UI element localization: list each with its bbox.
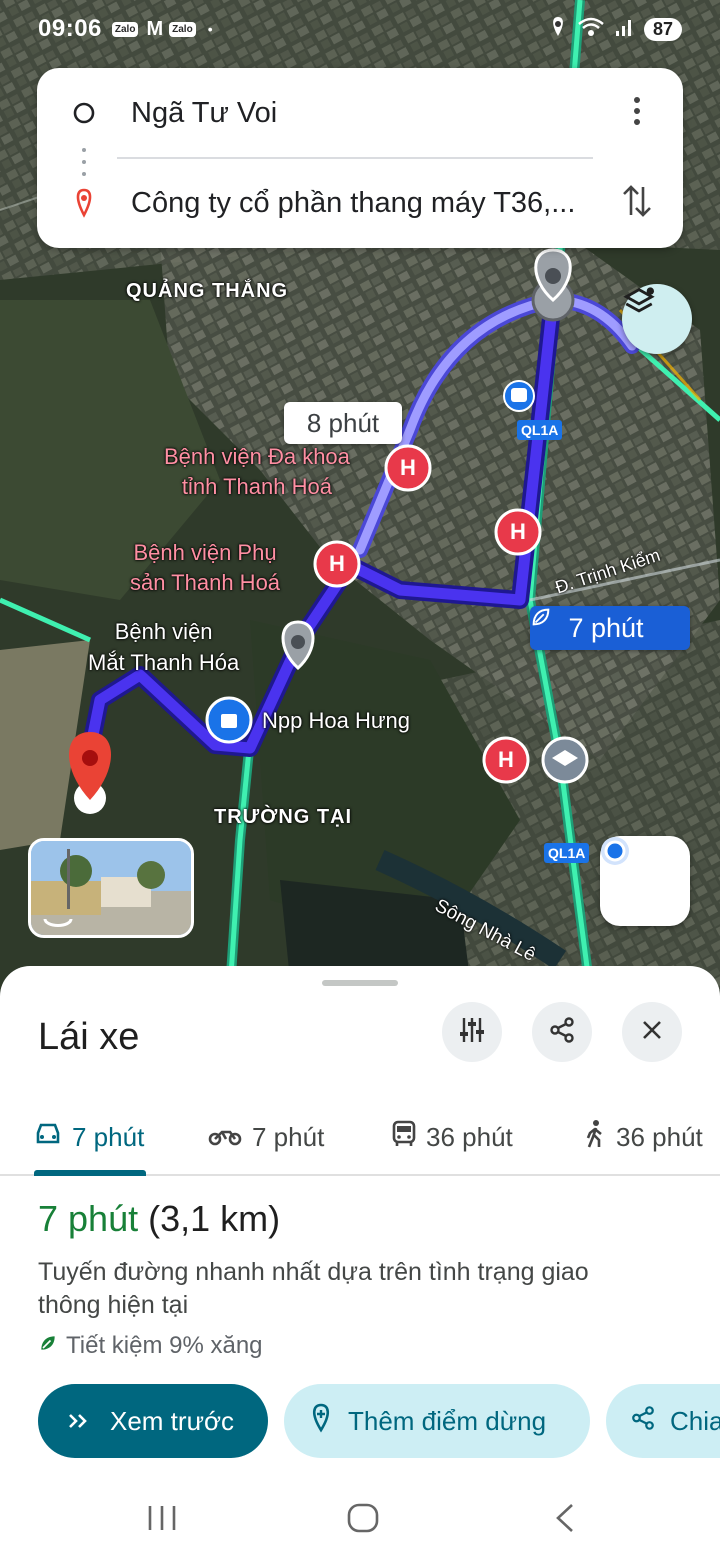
add-stop-button-label: Thêm điểm dừng bbox=[348, 1405, 547, 1436]
preview-button[interactable]: Xem trước bbox=[38, 1384, 268, 1458]
route-options-button[interactable] bbox=[442, 1002, 502, 1062]
hospital-label-phu-san[interactable]: Bệnh viện Phụ sản Thanh Hoá bbox=[130, 538, 280, 598]
tune-icon bbox=[458, 1016, 486, 1049]
area-label-truong-tai: TRƯỜNG TẠI bbox=[214, 806, 353, 828]
fuel-savings-label: Tiết kiệm 9% xăng bbox=[66, 1332, 263, 1359]
main-route-time-label: 7 phút bbox=[568, 612, 644, 643]
road-shield-ql1a-1: QL1A bbox=[517, 420, 563, 440]
walk-icon bbox=[584, 1119, 606, 1156]
more-vert-icon bbox=[633, 96, 641, 131]
shop-label[interactable]: Npp Hoa Hưng bbox=[262, 708, 410, 734]
hospital-marker-3-letter: H bbox=[329, 551, 345, 576]
hospital-label-da-khoa[interactable]: Bệnh viện Đa khoa tỉnh Thanh Hoá bbox=[164, 442, 350, 502]
field-divider bbox=[117, 157, 593, 159]
transit-icon bbox=[392, 1120, 416, 1155]
route-connector-dots bbox=[81, 148, 87, 176]
origin-row[interactable]: Ngã Tư Voi bbox=[37, 83, 683, 143]
travel-mode-tabs: 7 phút 7 phút 36 phút 36 phút bbox=[0, 1100, 720, 1176]
tab-walking[interactable]: 36 phút bbox=[584, 1100, 703, 1174]
add-location-icon bbox=[308, 1403, 334, 1440]
alternative-route-time[interactable]: 8 phút bbox=[284, 402, 402, 444]
main-route-time[interactable]: 7 phút bbox=[530, 606, 690, 650]
system-nav-bar bbox=[0, 1488, 720, 1560]
sheet-title: Lái xe bbox=[38, 1016, 140, 1058]
destination-row[interactable]: Công ty cổ phần thang máy T36,... bbox=[37, 173, 683, 233]
tab-transit-label: 36 phút bbox=[426, 1121, 513, 1152]
more-options-button[interactable] bbox=[619, 95, 655, 131]
screen: H H H H QUẢNG THẮNG TRƯỜNG TẠI Bệnh viện… bbox=[0, 0, 720, 1560]
status-time: 09:06 bbox=[38, 15, 102, 42]
swap-vert-icon bbox=[622, 183, 652, 224]
eco-leaf-icon bbox=[38, 1332, 58, 1360]
tab-driving-label: 7 phút bbox=[72, 1121, 145, 1152]
destination-pin-icon bbox=[37, 188, 131, 218]
signal-icon bbox=[614, 17, 634, 42]
share-directions-button[interactable]: Chia sẻ bbox=[606, 1384, 720, 1458]
zalo-notification-icon: Zalo bbox=[111, 21, 139, 37]
wifi-icon bbox=[578, 17, 604, 42]
more-notifications-dot: • bbox=[207, 21, 213, 37]
road-shield-ql1a-2: QL1A bbox=[544, 843, 590, 863]
home-icon bbox=[346, 1503, 380, 1538]
add-stop-button[interactable]: Thêm điểm dừng bbox=[284, 1384, 590, 1458]
recent-apps-button[interactable] bbox=[146, 1502, 178, 1539]
gmail-notification-icon: M bbox=[146, 17, 164, 40]
route-distance: (3,1 km) bbox=[148, 1198, 281, 1239]
street-view-image bbox=[31, 841, 191, 935]
route-description: Tuyến đường nhanh nhất dựa trên tình trạ… bbox=[38, 1258, 589, 1319]
share-icon bbox=[548, 1016, 576, 1049]
tab-motorbike[interactable]: 7 phút bbox=[208, 1100, 324, 1174]
hospital-marker-4-letter: H bbox=[498, 747, 514, 772]
route-search-card: Ngã Tư Voi Công ty cổ phần thang máy T36… bbox=[37, 68, 683, 248]
close-button[interactable] bbox=[622, 1002, 682, 1062]
tab-transit[interactable]: 36 phút bbox=[392, 1100, 513, 1174]
location-status-icon bbox=[548, 16, 568, 43]
preview-button-label: Xem trước bbox=[110, 1405, 235, 1436]
status-icons: 87 bbox=[548, 16, 682, 43]
origin-circle-icon bbox=[37, 101, 131, 125]
area-label-quang-thang: QUẢNG THẮNG bbox=[126, 280, 289, 302]
hospital-marker-2-letter: H bbox=[510, 519, 526, 544]
origin-field[interactable]: Ngã Tư Voi bbox=[131, 97, 683, 130]
share-route-button[interactable] bbox=[532, 1002, 592, 1062]
hospital-label-mat[interactable]: Bệnh viện Mắt Thanh Hóa bbox=[88, 616, 239, 678]
my-location-button[interactable] bbox=[600, 836, 690, 926]
close-icon bbox=[641, 1019, 663, 1046]
share-directions-label: Chia sẻ bbox=[670, 1405, 720, 1436]
sheet-drag-handle[interactable] bbox=[322, 980, 398, 986]
battery-level: 87 bbox=[643, 17, 682, 41]
destination-field[interactable]: Công ty cổ phần thang máy T36,... bbox=[131, 187, 683, 220]
swap-directions-button[interactable] bbox=[619, 183, 655, 224]
route-duration: 7 phút bbox=[38, 1198, 139, 1239]
active-tab-indicator bbox=[34, 1170, 146, 1176]
tab-motorbike-label: 7 phút bbox=[252, 1121, 325, 1152]
fuel-savings: Tiết kiệm 9% xăng bbox=[38, 1332, 263, 1360]
status-bar: 09:06 Zalo M Zalo • 87 bbox=[0, 0, 720, 58]
share-directions-icon bbox=[630, 1405, 656, 1438]
map-layers-button[interactable] bbox=[622, 284, 692, 354]
directions-sheet: Lái xe 7 phút 7 phút 36 phút 36 phút 7 p… bbox=[0, 966, 720, 1560]
hospital-marker-1-letter: H bbox=[400, 455, 416, 480]
back-icon bbox=[552, 1504, 578, 1538]
back-button[interactable] bbox=[552, 1502, 578, 1539]
motorbike-icon bbox=[208, 1122, 242, 1153]
street-view-thumbnail[interactable] bbox=[28, 838, 194, 938]
route-summary: 7 phút (3,1 km) bbox=[38, 1198, 280, 1240]
car-icon bbox=[34, 1122, 62, 1153]
double-chevron-icon bbox=[68, 1406, 90, 1437]
recent-apps-icon bbox=[146, 1506, 178, 1538]
zalo-notification-icon-2: Zalo bbox=[169, 21, 196, 37]
tab-walking-label: 36 phút bbox=[616, 1121, 703, 1152]
tab-driving[interactable]: 7 phút bbox=[34, 1100, 144, 1174]
home-button[interactable] bbox=[346, 1502, 380, 1539]
